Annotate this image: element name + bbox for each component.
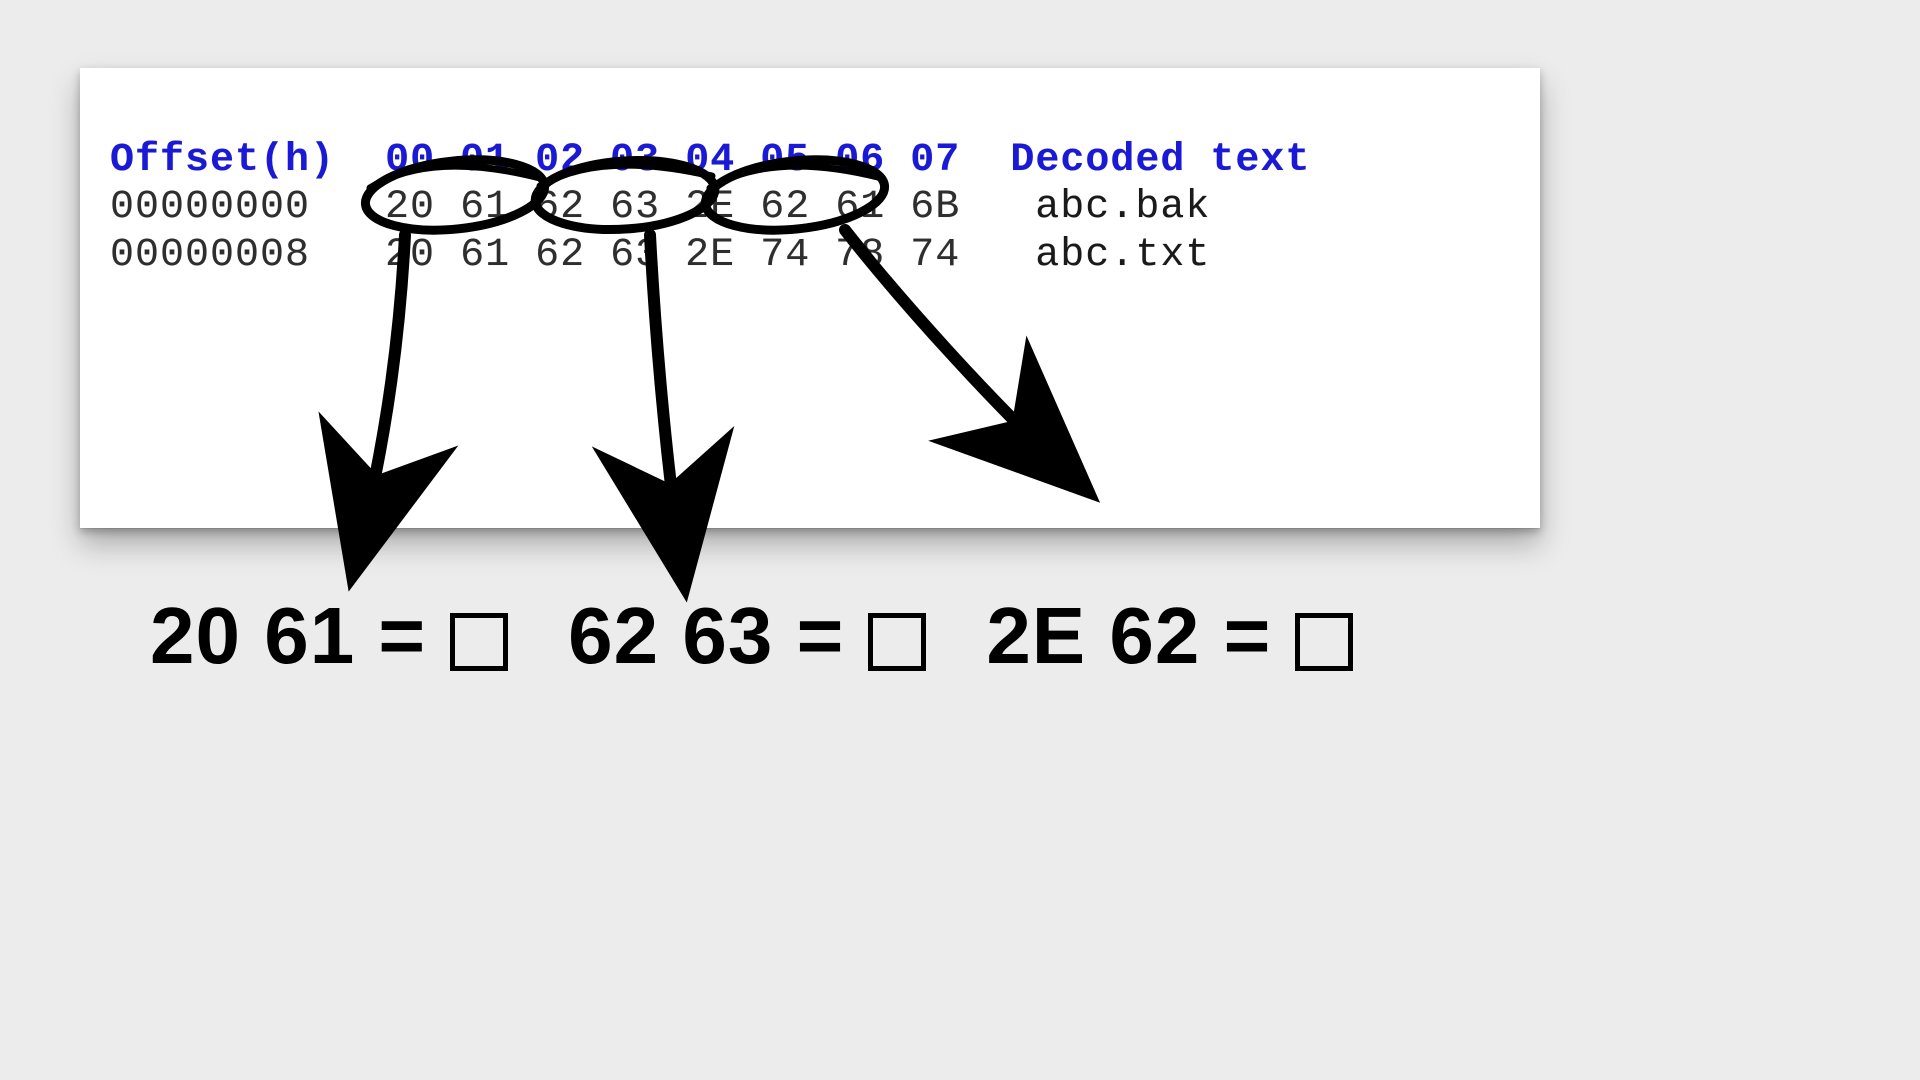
hex-byte: 78 [835,233,885,278]
hex-byte: 61 [835,185,885,230]
decoded-text: abc.txt [1035,233,1210,278]
equation-3: 2E 62 = [986,590,1353,682]
hex-dump-panel: Offset(h) 00 01 02 03 04 05 06 07 Decode… [80,68,1540,528]
hex-byte: 74 [910,233,960,278]
equation-lhs: 2E 62 [986,591,1200,680]
equations-row: 20 61 = 62 63 = 2E 62 = [150,590,1353,682]
offset-header: Offset(h) [110,138,335,183]
equation-2: 62 63 = [568,590,926,682]
equation-lhs: 62 63 [568,591,773,680]
hex-byte: 62 [760,185,810,230]
col-header: 01 [460,138,510,183]
hex-byte: 20 [385,233,435,278]
equation-lhs: 20 61 [150,591,355,680]
col-header: 06 [835,138,885,183]
decoded-text: abc.bak [1035,185,1210,230]
hex-byte: 20 [385,185,435,230]
hex-byte: 61 [460,233,510,278]
hex-byte: 6B [910,185,960,230]
equation-1: 20 61 = [150,590,508,682]
col-header: 03 [610,138,660,183]
col-header: 07 [910,138,960,183]
hex-byte: 2E [685,233,735,278]
col-header: 05 [760,138,810,183]
diagram-stage: Offset(h) 00 01 02 03 04 05 06 07 Decode… [0,0,1920,1080]
col-header: 00 [385,138,435,183]
hex-byte: 74 [760,233,810,278]
hex-byte: 62 [535,185,585,230]
col-header: 04 [685,138,735,183]
offset-cell: 00000000 [110,185,310,230]
decoded-header: Decoded text [1010,138,1310,183]
hex-byte: 63 [610,233,660,278]
col-header: 02 [535,138,585,183]
hex-byte: 2E [685,185,735,230]
hex-byte: 63 [610,185,660,230]
placeholder-box-icon [868,613,926,671]
hex-byte: 61 [460,185,510,230]
hex-byte: 62 [535,233,585,278]
placeholder-box-icon [1295,613,1353,671]
offset-cell: 00000008 [110,233,310,278]
hex-dump-grid: Offset(h) 00 01 02 03 04 05 06 07 Decode… [110,90,1310,326]
placeholder-box-icon [450,613,508,671]
